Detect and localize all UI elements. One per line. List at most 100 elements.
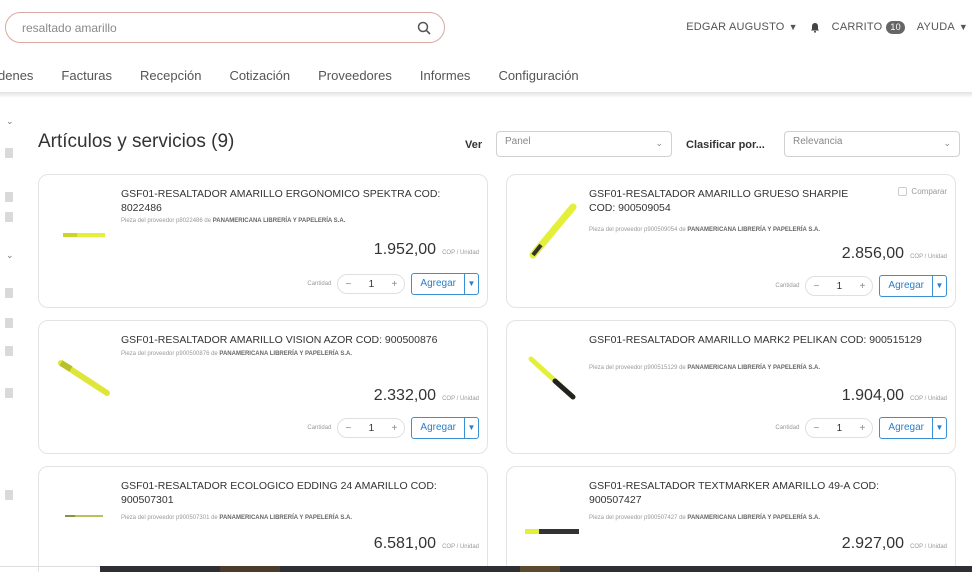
add-button[interactable]: Agregar ▼ <box>411 273 479 295</box>
product-image <box>65 515 103 517</box>
quantity-stepper[interactable]: − 1 + <box>805 418 874 438</box>
chevron-down-icon[interactable]: ▼ <box>464 418 478 438</box>
plus-icon[interactable]: + <box>384 423 404 434</box>
filter-checkbox[interactable] <box>5 490 13 500</box>
chevron-down-icon: ▼ <box>788 22 798 32</box>
filter-checkbox[interactable] <box>5 192 13 202</box>
compare-checkbox[interactable] <box>898 187 908 196</box>
cart-label: CARRITO <box>831 21 883 33</box>
filter-checkbox[interactable] <box>5 318 13 328</box>
filter-checkbox[interactable] <box>5 148 13 158</box>
product-supplier: Pieza del proveedor p8022486 de PANAMERI… <box>121 218 346 224</box>
notifications-button[interactable] <box>810 22 820 33</box>
plus-icon[interactable]: + <box>852 281 872 292</box>
product-card[interactable]: GSF01-RESALTADOR AMARILLO VISION AZOR co… <box>38 320 488 454</box>
product-title[interactable]: GSF01-RESALTADOR TEXTMARKER AMARILLO 49-… <box>589 479 929 507</box>
quantity-value[interactable]: 1 <box>358 279 384 290</box>
sort-select[interactable]: Relevancia ⌄ <box>784 131 960 157</box>
product-price: 1.904,00 <box>841 387 905 404</box>
product-title[interactable]: GSF01-RESALTADOR AMARILLO MARK2 PELIKAN … <box>589 333 929 347</box>
minus-icon[interactable]: − <box>338 423 358 434</box>
chevron-down-icon[interactable]: ⌄ <box>6 250 14 261</box>
quantity-value[interactable]: 1 <box>358 423 384 434</box>
view-select-value: Panel <box>505 136 531 147</box>
plus-icon[interactable]: + <box>852 423 872 434</box>
add-button-label: Agregar <box>420 422 456 433</box>
tab-facturas[interactable]: Facturas <box>61 68 112 83</box>
add-button[interactable]: Agregar ▼ <box>411 417 479 439</box>
filter-checkbox[interactable] <box>5 388 13 398</box>
product-supplier: Pieza del proveedor p900500876 de PANAME… <box>121 351 352 357</box>
page-title: Artículos y servicios (9) <box>38 131 235 152</box>
taskbar-segment <box>220 566 280 572</box>
minus-icon[interactable]: − <box>806 423 826 434</box>
search-box[interactable] <box>5 12 445 43</box>
tab-recepcion[interactable]: Recepción <box>140 68 201 83</box>
filter-checkbox[interactable] <box>5 346 13 356</box>
price-row: 2.332,00 COP / Unidad <box>374 387 479 405</box>
price-unit: COP / Unidad <box>442 396 479 402</box>
tab-configuracion[interactable]: Configuración <box>498 68 578 83</box>
product-title[interactable]: GSF01-RESALTADOR AMARILLO VISION AZOR co… <box>121 333 461 347</box>
quantity-stepper[interactable]: − 1 + <box>805 276 874 296</box>
chevron-down-icon[interactable]: ▼ <box>932 276 946 296</box>
quantity-label: Cantidad <box>775 283 800 289</box>
chevron-down-icon[interactable]: ▼ <box>932 418 946 438</box>
product-image <box>525 529 579 534</box>
price-row: 1.904,00 COP / Unidad <box>842 387 947 405</box>
product-price: 6.581,00 <box>373 535 437 552</box>
product-title[interactable]: GSF01-RESALTADOR AMARILLO ERGONOMICO SPE… <box>121 187 461 215</box>
filter-checkbox[interactable] <box>5 212 13 222</box>
filter-sidebar: ⌄ ⌄ <box>0 100 22 540</box>
tab-cotizacion[interactable]: Cotización <box>229 68 290 83</box>
product-card[interactable]: GSF01-RESALTADOR ECOLOGICO EDDING 24 AMA… <box>38 466 488 572</box>
minus-icon[interactable]: − <box>806 281 826 292</box>
add-button[interactable]: Agregar ▼ <box>879 417 947 439</box>
filter-checkbox[interactable] <box>5 288 13 298</box>
price-row: 2.927,00 COP / Unidad <box>842 535 947 553</box>
add-button[interactable]: Agregar ▼ <box>879 275 947 297</box>
minus-icon[interactable]: − <box>338 279 358 290</box>
view-select[interactable]: Panel ⌄ <box>496 131 672 157</box>
chevron-down-icon[interactable]: ▼ <box>464 274 478 294</box>
quantity-row: Cantidad − 1 + Agregar ▼ <box>307 273 479 295</box>
taskbar-strip <box>100 566 972 572</box>
price-unit: COP / Unidad <box>910 544 947 550</box>
quantity-stepper[interactable]: − 1 + <box>337 274 406 294</box>
chevron-down-icon: ⌄ <box>655 138 663 148</box>
product-title[interactable]: GSF01-RESALTADOR AMARILLO GRUESO SHARPIE… <box>589 187 859 215</box>
chevron-down-icon: ⌄ <box>943 138 951 148</box>
search-icon[interactable] <box>416 20 432 36</box>
tab-informes[interactable]: Informes <box>420 68 471 83</box>
product-card[interactable]: GSF01-RESALTADOR AMARILLO GRUESO SHARPIE… <box>506 174 956 308</box>
quantity-label: Cantidad <box>775 425 800 431</box>
help-menu[interactable]: AYUDA ▼ <box>917 21 968 33</box>
price-unit: COP / Unidad <box>910 254 947 260</box>
plus-icon[interactable]: + <box>384 279 404 290</box>
tab-proveedores[interactable]: Proveedores <box>318 68 392 83</box>
product-supplier: Pieza del proveedor p900509054 de PANAME… <box>589 227 820 233</box>
user-menu[interactable]: EDGAR AUGUSTO ▼ <box>686 21 797 33</box>
sort-select-value: Relevancia <box>793 136 843 147</box>
main-nav: denes Facturas Recepción Cotización Prov… <box>0 58 972 92</box>
compare-toggle[interactable]: Comparar <box>894 187 947 196</box>
cart-button[interactable]: CARRITO 10 <box>831 20 905 34</box>
chevron-down-icon[interactable]: ⌄ <box>6 116 14 127</box>
price-row: 1.952,00 COP / Unidad <box>374 241 479 259</box>
search-input[interactable] <box>22 19 402 37</box>
product-card[interactable]: GSF01-RESALTADOR TEXTMARKER AMARILLO 49-… <box>506 466 956 572</box>
add-button-label: Agregar <box>420 278 456 289</box>
quantity-stepper[interactable]: − 1 + <box>337 418 406 438</box>
product-card[interactable]: GSF01-RESALTADOR AMARILLO MARK2 PELIKAN … <box>506 320 956 454</box>
user-name: EDGAR AUGUSTO <box>686 21 785 33</box>
quantity-row: Cantidad − 1 + Agregar ▼ <box>775 417 947 439</box>
product-title[interactable]: GSF01-RESALTADOR ECOLOGICO EDDING 24 AMA… <box>121 479 461 507</box>
product-card[interactable]: GSF01-RESALTADOR AMARILLO ERGONOMICO SPE… <box>38 174 488 308</box>
tab-ordenes[interactable]: denes <box>0 68 33 83</box>
quantity-value[interactable]: 1 <box>826 423 852 434</box>
product-supplier: Pieza del proveedor p900507301 de PANAME… <box>121 515 352 521</box>
chevron-down-icon: ▼ <box>958 22 968 32</box>
quantity-value[interactable]: 1 <box>826 281 852 292</box>
product-image <box>63 233 105 237</box>
product-supplier: Pieza del proveedor p900515129 de PANAME… <box>589 365 820 371</box>
